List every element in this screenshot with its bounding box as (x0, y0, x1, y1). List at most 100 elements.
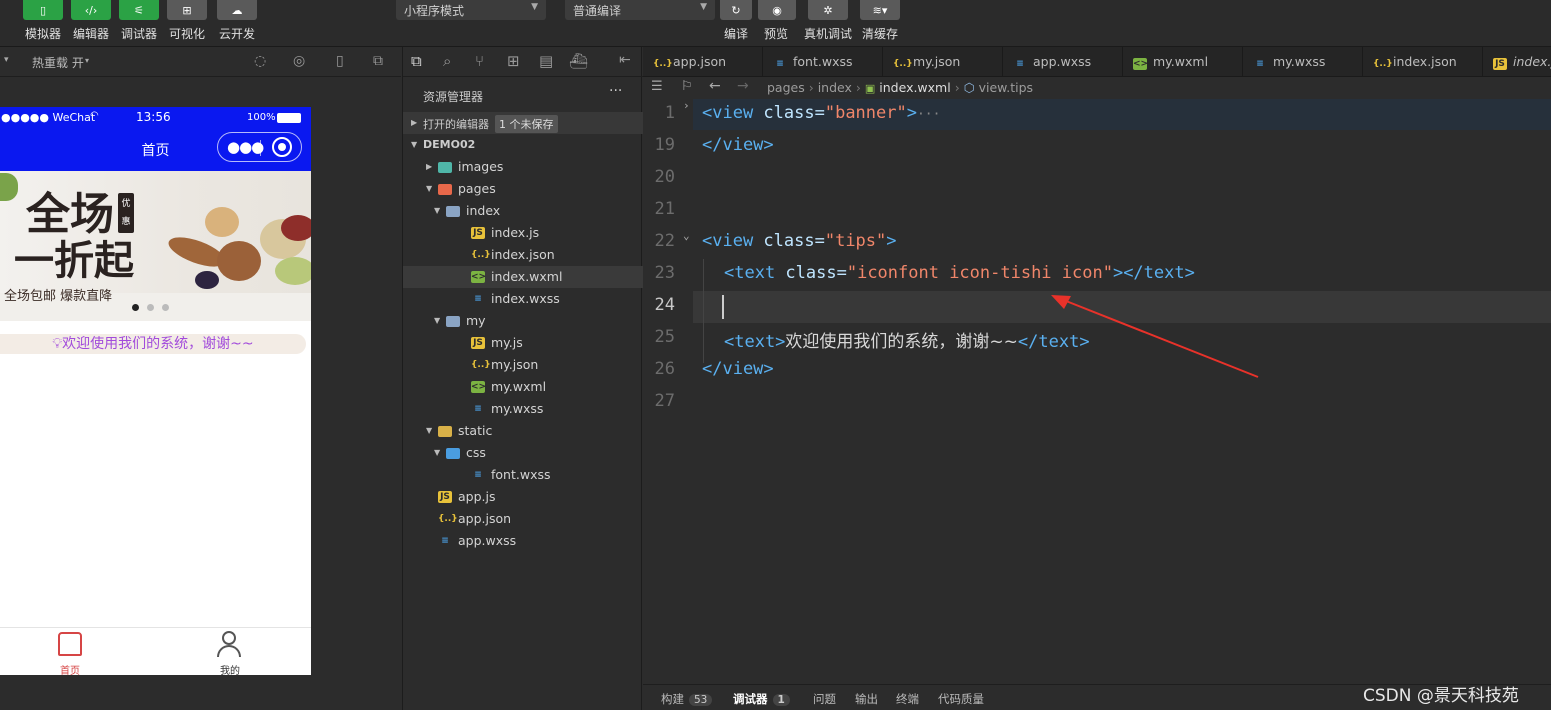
editor-tab[interactable]: <> my.wxml (1123, 47, 1243, 76)
explorer-panel: ⧉ ⌕ ⑂ ⊞ ▤ ⛴ ⇤ 资源管理器 ··· ▶ 打开的编辑器 1 个未保存 … (402, 47, 643, 710)
explorer-title: 资源管理器 (423, 90, 484, 104)
cloud-dev-label: 云开发 (218, 27, 255, 41)
cloud-dev-button[interactable]: ☁ (217, 0, 257, 20)
docker-icon[interactable]: ⛴ (569, 52, 588, 70)
dot[interactable] (147, 304, 154, 311)
remote-debug-label: 真机调试 (803, 27, 852, 41)
breadcrumb-item[interactable]: view.tips (979, 80, 1033, 95)
tree-file[interactable]: JS app.js (403, 486, 643, 508)
tree-file[interactable]: ≡ font.wxss (403, 464, 643, 486)
hot-reload-toggle[interactable]: 热重载 开 (32, 54, 84, 71)
banner-swiper[interactable]: 全场 一折起 优惠 全场包邮 爆款直降 (0, 171, 311, 321)
popout-icon[interactable]: ⧉ (373, 53, 383, 69)
editor-tab[interactable]: {..}my.json (883, 47, 1003, 76)
tree-file[interactable]: ≡ my.wxss (403, 398, 643, 420)
more-icon[interactable]: ●●● (227, 138, 264, 156)
tab-mine[interactable]: 我的 (190, 628, 270, 675)
wxml-file-icon: <> (1133, 58, 1149, 70)
tab-build[interactable]: 构建 53 (661, 691, 713, 707)
clear-cache-button[interactable]: ≋▾ (860, 0, 900, 20)
forward-arrow-icon[interactable]: → (737, 78, 749, 94)
folder-icon (446, 316, 460, 327)
phone-icon: ▯ (39, 3, 47, 17)
editor-tab[interactable]: {..}index.json (1363, 47, 1483, 76)
carrier-label: ●●●●● WeChat (1, 111, 96, 124)
tree-file[interactable]: {..} app.json (403, 508, 643, 530)
tree-folder[interactable]: ▼ css (403, 442, 643, 464)
tree-file[interactable]: ≡ index.wxss (403, 288, 643, 310)
project-section[interactable]: ▼ DEMO02 (403, 134, 643, 156)
bookmark-icon[interactable]: ⚐ (681, 79, 693, 94)
collapse-panel-icon[interactable]: ⇤ (619, 52, 631, 68)
compile-button[interactable]: ↻ (720, 0, 752, 20)
tree-folder[interactable]: ▼ my (403, 310, 643, 332)
tab-debugger[interactable]: 调试器 1 (733, 691, 790, 707)
capsule-divider (260, 140, 261, 156)
preview-button[interactable]: ◉ (758, 0, 796, 20)
git-icon[interactable]: ⑂ (475, 52, 484, 70)
editor-tab-label: font.wxss (793, 54, 853, 69)
tree-file[interactable]: ≡ app.wxss (403, 530, 643, 552)
breadcrumb-item[interactable]: index.wxml (879, 80, 950, 95)
phone-nav-bar: 首页 ●●● (0, 129, 311, 171)
editor-tab[interactable]: {..}app.json (643, 47, 763, 76)
editor-tabs: {..}app.json ≡ font.wxss {..}my.json ≡ app.wx… (643, 47, 1551, 77)
tree-item-label: index.wxss (491, 291, 560, 306)
tree-file[interactable]: JS index.js (403, 222, 643, 244)
simulator-toggle-button[interactable]: ▯ (23, 0, 63, 20)
tab-problems[interactable]: 问题 (813, 691, 836, 707)
panel-icon[interactable]: ▤ (539, 52, 553, 70)
tree-folder[interactable]: ▼ index (403, 200, 643, 222)
chevron-down-icon[interactable]: ▾ (4, 55, 9, 65)
tree-item-label: index.js (491, 225, 540, 240)
tree-folder[interactable]: ▼ static (403, 420, 643, 442)
tree-folder[interactable]: ▶ images (403, 156, 643, 178)
tree-folder[interactable]: ▼ pages (403, 178, 643, 200)
tab-output[interactable]: 输出 (855, 691, 878, 707)
search-icon[interactable]: ⌕ (443, 52, 451, 70)
editor-toggle-button[interactable]: ‹/› (71, 0, 111, 20)
visual-toggle-button[interactable]: ⊞ (167, 0, 207, 20)
tree-file[interactable]: JS my.js (403, 332, 643, 354)
chevron-down-icon: ▼ (434, 206, 441, 215)
watermark: CSDN @景天科技苑 (1363, 686, 1519, 706)
tree-file[interactable]: {..} index.json (403, 244, 643, 266)
layers-icon: ≋▾ (872, 3, 888, 17)
compile-select[interactable]: 普通编译 ▼ (565, 0, 715, 20)
tree-file[interactable]: {..} my.json (403, 354, 643, 376)
dot-active[interactable] (132, 304, 139, 311)
tab-home[interactable]: 首页 (30, 628, 110, 675)
back-arrow-icon[interactable]: ← (709, 78, 721, 94)
tab-build-label: 构建 (661, 692, 684, 706)
rotate-icon[interactable]: ◌ (254, 53, 266, 69)
tab-code-quality[interactable]: 代码质量 (938, 691, 984, 707)
breadcrumb-item[interactable]: index (818, 80, 852, 95)
open-editors-section[interactable]: ▶ 打开的编辑器 1 个未保存 (403, 112, 643, 134)
build-count-badge: 53 (689, 694, 713, 706)
close-mini-icon[interactable] (272, 137, 292, 157)
extensions-icon[interactable]: ⊞ (507, 52, 520, 70)
remote-debug-button[interactable]: ✲ (808, 0, 848, 20)
dot[interactable] (162, 304, 169, 311)
breadcrumb-item[interactable]: pages (767, 80, 805, 95)
debugger-toggle-button[interactable]: ⚟ (119, 0, 159, 20)
device-icon[interactable]: ▯ (336, 53, 344, 69)
files-icon[interactable]: ⧉ (411, 52, 422, 70)
tree-file[interactable]: <> index.wxml (403, 266, 643, 288)
editor-tab[interactable]: ≡ font.wxss (763, 47, 883, 76)
tab-terminal[interactable]: 终端 (896, 691, 919, 707)
code-icon: ‹/› (84, 3, 98, 17)
code-editor[interactable]: › ⌄ 1 19 20 21 22 23 24 25 26 27 <view class="ban… (643, 99, 1551, 682)
mode-select[interactable]: 小程序模式 ▼ (396, 0, 546, 20)
more-actions-icon[interactable]: ··· (609, 83, 622, 99)
js-file-icon: JS (1493, 58, 1507, 70)
battery-label: 100% (247, 112, 276, 123)
list-icon[interactable]: ☰ (651, 79, 663, 94)
record-icon[interactable]: ◎ (293, 53, 305, 69)
editor-tab[interactable]: ≡ app.wxss (1003, 47, 1123, 76)
editor-tab[interactable]: JS index.js (1483, 47, 1551, 76)
editor-tab[interactable]: ≡ my.wxss (1243, 47, 1363, 76)
tree-file[interactable]: <> my.wxml (403, 376, 643, 398)
json-file-icon: {..} (471, 360, 491, 370)
tips-text: 欢迎使用我们的系统，谢谢~~ (62, 336, 254, 352)
